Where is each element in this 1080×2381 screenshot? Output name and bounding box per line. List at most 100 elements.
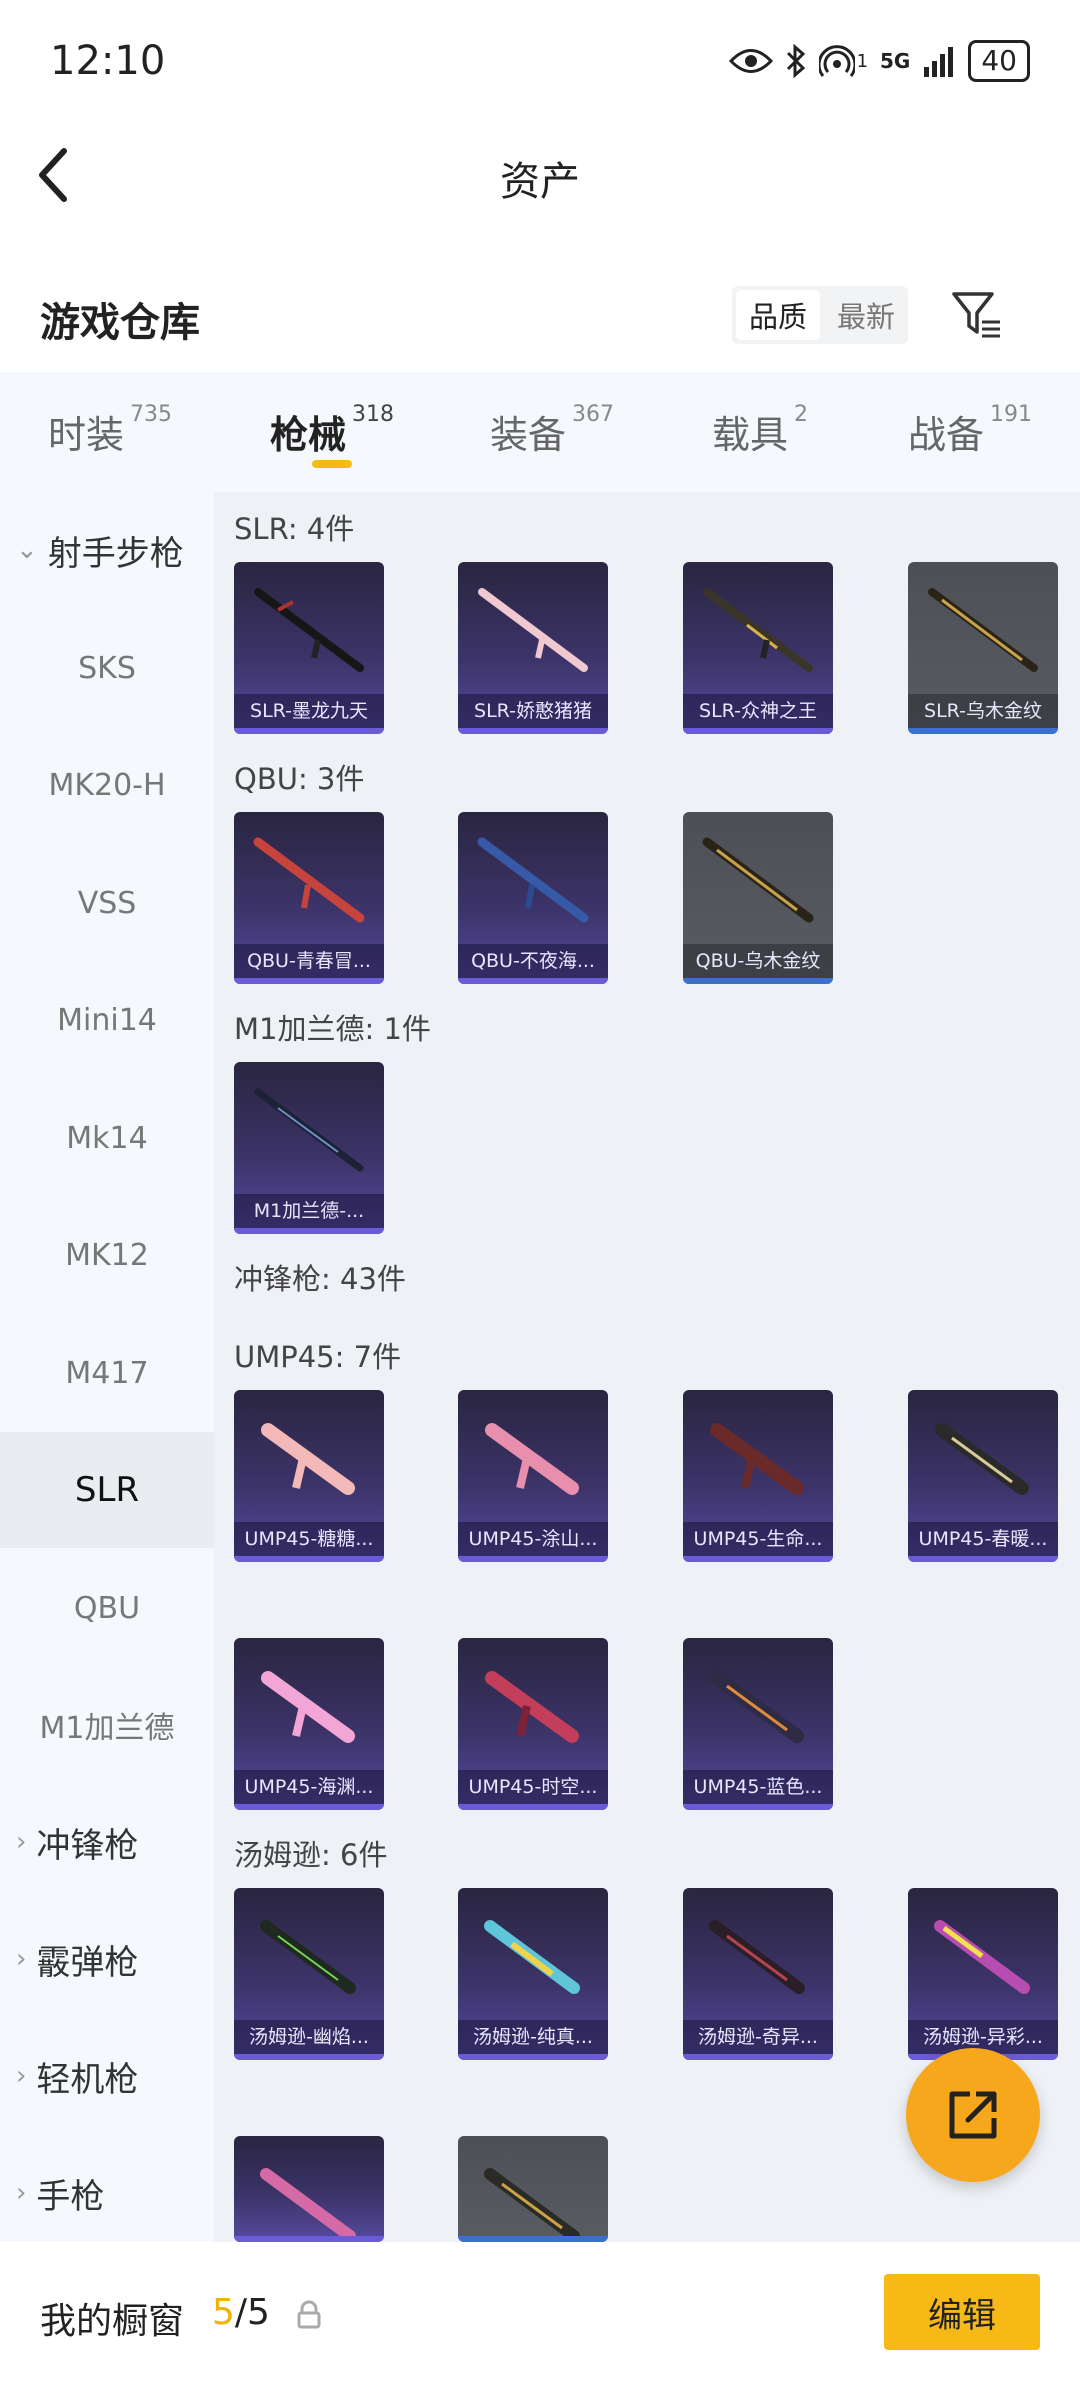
chevron-right-icon: › — [16, 2061, 27, 2091]
weapon-name: SLR-娇憨猪猪 — [458, 694, 608, 728]
weapon-name: QBU-乌木金纹 — [683, 944, 833, 978]
weapon-name: SLR-众神之王 — [683, 694, 833, 728]
sidebar-group-pistol[interactable]: › 手枪 — [16, 2135, 104, 2251]
hotspot-icon — [818, 45, 855, 77]
weapon-card[interactable]: 汤姆逊-异彩... — [908, 1888, 1058, 2060]
tab-equipment[interactable]: 装备 367 — [490, 402, 615, 459]
rifle-icon — [703, 588, 813, 672]
sidebar-item-vss[interactable]: VSS — [0, 845, 214, 961]
weapon-name: UMP45-蓝色... — [683, 1770, 833, 1804]
smg-icon — [261, 1671, 355, 1743]
weapon-card[interactable]: M1加兰德-... — [234, 1062, 384, 1234]
sidebar-item-mk12[interactable]: MK12 — [0, 1197, 214, 1313]
weapon-card[interactable]: UMP45-海渊... — [234, 1638, 384, 1810]
weapon-card[interactable]: UMP45-生命... — [683, 1390, 833, 1562]
weapon-card[interactable]: 汤姆逊-幽焰... — [234, 1888, 384, 2060]
sidebar-item-sks[interactable]: SKS — [0, 610, 214, 726]
weapon-card[interactable] — [458, 2136, 608, 2242]
tab-label: 枪械 — [270, 413, 347, 457]
status-bar: 12:10 1 5G 40 — [0, 0, 1080, 125]
sidebar-group-smg[interactable]: › 冲锋枪 — [16, 1784, 138, 1900]
edit-button[interactable]: 编辑 — [884, 2274, 1040, 2350]
sidebar-item-mini14[interactable]: Mini14 — [0, 962, 214, 1078]
rifle-icon — [253, 837, 365, 923]
smg-icon — [710, 1671, 804, 1743]
weapon-name: UMP45-生命... — [683, 1522, 833, 1556]
showcase-bar: 我的橱窗 5/5 编辑 — [0, 2242, 1080, 2381]
rifle-icon — [254, 588, 364, 672]
active-tab-indicator — [312, 460, 352, 468]
sidebar-group-label: 霰弹枪 — [36, 1942, 139, 1983]
weapon-name: QBU-不夜海... — [458, 944, 608, 978]
weapon-card[interactable]: UMP45-糖糖... — [234, 1390, 384, 1562]
sidebar-item-m1-garand[interactable]: M1加兰德 — [0, 1667, 214, 1783]
weapon-name: QBU-青春冒... — [234, 944, 384, 978]
lock-icon — [297, 2300, 321, 2329]
weapon-card[interactable]: UMP45-时空... — [458, 1638, 608, 1810]
smg-icon — [260, 1920, 356, 1994]
weapon-card[interactable]: SLR-乌木金纹 — [908, 562, 1058, 734]
sidebar-group-label: 射手步枪 — [47, 533, 184, 574]
status-time: 12:10 — [50, 38, 166, 84]
page-title: 资产 — [500, 159, 580, 205]
sidebar-group-label: 冲锋枪 — [36, 1825, 139, 1866]
smg-icon — [485, 1423, 579, 1495]
tab-firearms[interactable]: 枪械 318 — [270, 402, 395, 459]
sidebar-item-slr[interactable]: SLR — [0, 1432, 214, 1548]
weapon-card[interactable]: 汤姆逊-纯真... — [458, 1888, 608, 2060]
tab-label: 载具 — [712, 413, 789, 457]
weapon-card[interactable]: QBU-乌木金纹 — [683, 812, 833, 984]
filter-button[interactable] — [948, 286, 1004, 342]
weapon-card[interactable]: SLR-众神之王 — [683, 562, 833, 734]
sidebar-item-qbu[interactable]: QBU — [0, 1550, 214, 1666]
tab-count: 318 — [352, 402, 395, 427]
status-icons: 1 5G 40 — [728, 40, 1030, 82]
tab-supplies[interactable]: 战备 191 — [908, 402, 1032, 459]
showcase-current: 5 — [212, 2292, 235, 2333]
tab-vehicles[interactable]: 载具 2 — [712, 402, 808, 459]
weapon-card[interactable]: QBU-青春冒... — [234, 812, 384, 984]
sidebar-group-marksman-rifle[interactable]: ⌄ 射手步枪 — [16, 492, 184, 608]
weapon-card[interactable]: SLR-墨龙九天 — [234, 562, 384, 734]
chevron-right-icon: › — [16, 1827, 27, 1857]
sidebar-group-label: 轻机枪 — [36, 2059, 139, 2100]
section-title-slr: SLR: 4件 — [234, 512, 355, 546]
smg-icon — [935, 1423, 1029, 1495]
smg-icon — [709, 1920, 805, 1994]
sidebar-item-m417[interactable]: M417 — [0, 1315, 214, 1431]
top-nav: 资产 — [0, 125, 1080, 225]
sort-toggle: 品质 最新 — [732, 286, 908, 344]
weapon-card[interactable]: UMP45-蓝色... — [683, 1638, 833, 1810]
smg-icon — [484, 2168, 580, 2242]
smg-icon — [260, 2168, 356, 2242]
repository-title: 游戏仓库 — [40, 300, 200, 346]
smg-icon — [934, 1920, 1030, 1994]
tab-count: 367 — [572, 402, 615, 427]
weapon-card[interactable]: UMP45-涂山... — [458, 1390, 608, 1562]
weapon-card[interactable]: UMP45-春暖... — [908, 1390, 1058, 1562]
rifle-icon — [477, 837, 589, 923]
section-title-m1: M1加兰德: 1件 — [234, 1012, 431, 1046]
weapon-card[interactable] — [234, 2136, 384, 2242]
weapon-card[interactable]: 汤姆逊-奇异... — [683, 1888, 833, 2060]
sort-quality-button[interactable]: 品质 — [736, 290, 820, 340]
showcase-label: 我的橱窗 — [40, 2301, 185, 2342]
weapon-name: M1加兰德-... — [234, 1194, 384, 1228]
sidebar-group-shotgun[interactable]: › 霰弹枪 — [16, 1901, 138, 2017]
smg-icon — [485, 1671, 579, 1743]
weapon-card[interactable]: QBU-不夜海... — [458, 812, 608, 984]
rifle-icon — [254, 1088, 364, 1172]
weapon-name: UMP45-海渊... — [234, 1770, 384, 1804]
sort-latest-button[interactable]: 最新 — [824, 286, 908, 344]
weapon-card[interactable]: SLR-娇憨猪猪 — [458, 562, 608, 734]
sidebar-group-lmg[interactable]: › 轻机枪 — [16, 2018, 138, 2134]
weapon-name: UMP45-春暖... — [908, 1522, 1058, 1556]
tab-fashion[interactable]: 时装 735 — [48, 402, 172, 459]
weapon-name: UMP45-涂山... — [458, 1522, 608, 1556]
sidebar-item-mk20h[interactable]: MK20-H — [0, 727, 214, 843]
sidebar-item-mk14[interactable]: Mk14 — [0, 1080, 214, 1196]
weapon-name: 汤姆逊-幽焰... — [234, 2020, 384, 2054]
section-title-smg: 冲锋枪: 43件 — [234, 1262, 406, 1296]
share-button[interactable] — [906, 2048, 1040, 2182]
smg-icon — [710, 1423, 804, 1495]
